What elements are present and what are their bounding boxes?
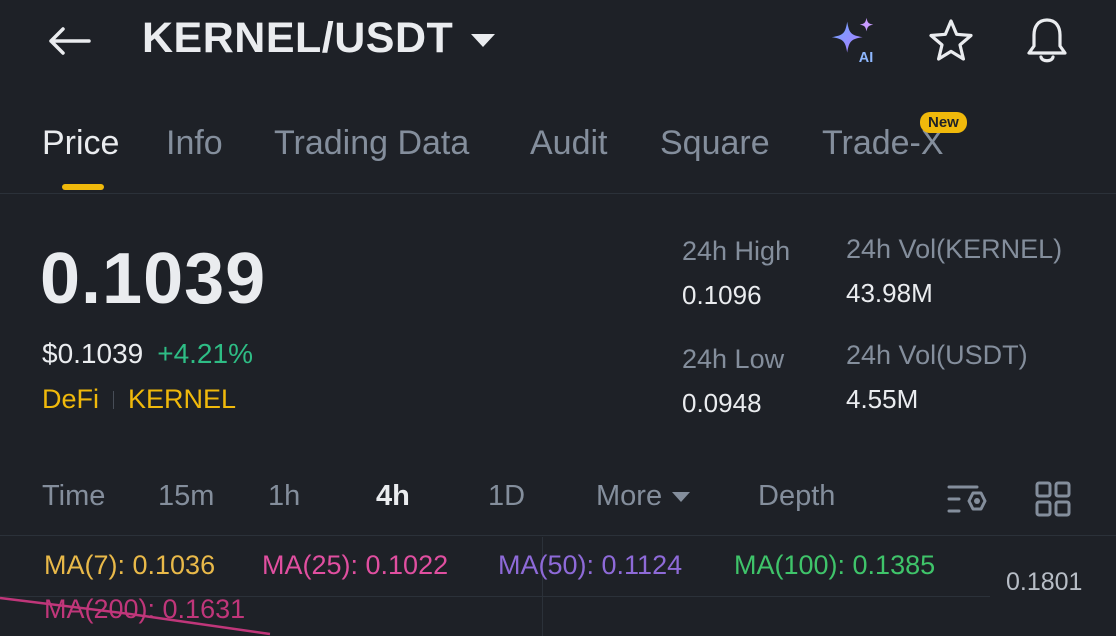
ma50-value: MA(50): 0.1124 — [498, 550, 683, 580]
tab-square[interactable]: Square — [660, 124, 770, 163]
tab-price[interactable]: Price — [42, 124, 119, 163]
interval-4h[interactable]: 4h — [376, 480, 410, 513]
stat-high-label: 24h High — [682, 236, 791, 266]
arrow-left-icon — [49, 27, 91, 55]
tag-token[interactable]: KERNEL — [128, 384, 236, 415]
interval-1h[interactable]: 1h — [268, 480, 300, 513]
interval-more-dropdown[interactable]: More — [596, 480, 691, 513]
interval-15m[interactable]: 15m — [158, 480, 214, 513]
star-icon — [929, 19, 973, 61]
new-badge: New — [920, 112, 967, 133]
ma100-value: MA(100): 0.1385 — [734, 550, 936, 580]
ma200-value: MA(200): 0.1631 — [44, 594, 246, 624]
ma25-value: MA(25): 0.1022 — [262, 550, 449, 580]
stat-vol-base-value: 43.98M — [846, 278, 933, 308]
ai-assistant-button[interactable]: AI — [826, 14, 880, 68]
stat-low-label: 24h Low — [682, 344, 785, 374]
back-button[interactable] — [44, 18, 94, 64]
tab-audit[interactable]: Audit — [530, 124, 608, 163]
interval-time[interactable]: Time — [42, 480, 105, 513]
depth-tab[interactable]: Depth — [758, 480, 835, 513]
grid-layout-icon — [1035, 481, 1071, 517]
interval-more-label: More — [596, 480, 663, 512]
tag-divider — [113, 390, 115, 409]
price-change-percent: +4.21% — [157, 338, 253, 369]
ai-sparkle-icon: AI — [831, 17, 873, 66]
chevron-down-icon — [672, 492, 691, 503]
stat-vol-quote-value: 4.55M — [846, 384, 919, 414]
price-axis-label: 0.1801 — [1006, 568, 1083, 596]
stat-high-value: 0.1096 — [682, 280, 762, 310]
fiat-price: $0.1039 — [42, 338, 144, 369]
pair-title: KERNEL/USDT — [142, 14, 454, 62]
favorite-button[interactable] — [924, 14, 978, 68]
indicator-settings-button[interactable] — [944, 476, 990, 522]
token-tags: DeFi KERNEL — [42, 384, 236, 415]
active-tab-indicator — [62, 184, 104, 190]
bell-icon — [1027, 18, 1067, 63]
svg-text:AI: AI — [859, 50, 873, 66]
tab-info[interactable]: Info — [166, 124, 223, 163]
tag-category[interactable]: DeFi — [42, 384, 99, 415]
stat-vol-quote-label: 24h Vol(USDT) — [846, 340, 1028, 370]
chart-layout-button[interactable] — [1030, 476, 1076, 522]
stat-vol-base-label: 24h Vol(KERNEL) — [846, 234, 1063, 264]
pair-selector[interactable]: KERNEL/USDT — [142, 14, 496, 63]
last-price: 0.1039 — [40, 239, 267, 319]
price-alert-button[interactable] — [1020, 14, 1074, 68]
top-bar: KERNEL/USDT AI — [0, 0, 1116, 86]
tab-trading-data[interactable]: Trading Data — [274, 124, 469, 163]
interval-1d[interactable]: 1D — [488, 480, 525, 513]
chart-settings-icon — [947, 485, 987, 513]
fiat-row: $0.1039 +4.21% — [42, 338, 253, 370]
ma7-value: MA(7): 0.1036 — [44, 550, 216, 580]
chevron-down-icon — [471, 34, 496, 47]
stat-low-value: 0.0948 — [682, 388, 762, 418]
interval-bar: Time 15m 1h 4h 1D More Depth — [0, 466, 1116, 536]
